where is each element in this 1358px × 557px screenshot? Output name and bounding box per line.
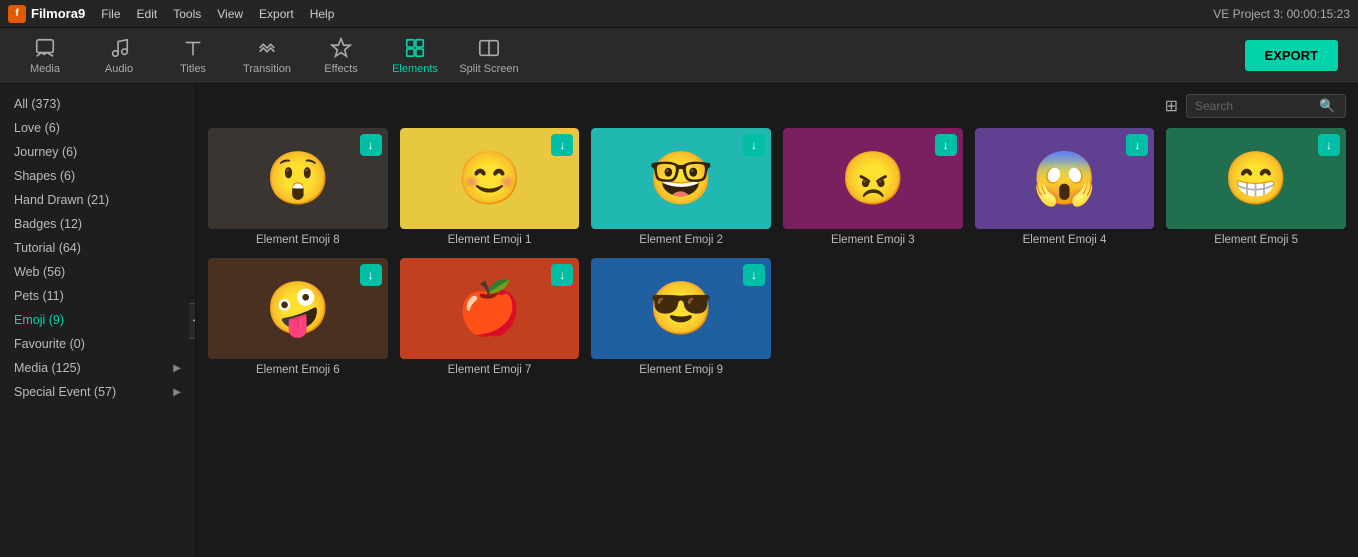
element-label-6: Element Emoji 6 bbox=[208, 364, 388, 376]
toolbar-audio-label: Audio bbox=[105, 63, 133, 75]
element-card-4[interactable]: 😱 ↓ Element Emoji 4 bbox=[975, 128, 1155, 246]
sidebar-item-all[interactable]: All (373) bbox=[0, 92, 195, 116]
toolbar-transition-label: Transition bbox=[243, 63, 291, 75]
element-label-9: Element Emoji 9 bbox=[591, 364, 771, 376]
toolbar-titles-label: Titles bbox=[180, 63, 206, 75]
element-thumb-3: 😠 ↓ bbox=[783, 128, 963, 229]
sidebar-item-badges[interactable]: Badges (12) bbox=[0, 212, 195, 236]
export-button[interactable]: EXPORT bbox=[1245, 40, 1338, 71]
sidebar-item-handdrawn[interactable]: Hand Drawn (21) bbox=[0, 188, 195, 212]
app-logo: f Filmora9 bbox=[8, 5, 85, 23]
element-label-1: Element Emoji 1 bbox=[400, 234, 580, 246]
toolbar-elements-label: Elements bbox=[392, 63, 438, 75]
app-name: Filmora9 bbox=[31, 6, 85, 21]
toolbar-splitscreen[interactable]: Split Screen bbox=[454, 31, 524, 81]
element-thumb-6: 🤪 ↓ bbox=[208, 258, 388, 359]
menu-view[interactable]: View bbox=[217, 7, 243, 21]
toolbar-splitscreen-label: Split Screen bbox=[459, 63, 518, 75]
sidebar-collapse-button[interactable]: ◀ bbox=[189, 303, 196, 339]
content-header: ⊞ 🔍 bbox=[208, 94, 1346, 118]
element-card-7[interactable]: 🍎 ↓ Element Emoji 7 bbox=[400, 258, 580, 376]
menu-export[interactable]: Export bbox=[259, 7, 294, 21]
download-badge-7: ↓ bbox=[551, 264, 573, 286]
toolbar-effects-label: Effects bbox=[324, 63, 357, 75]
sidebar: All (373) Love (6) Journey (6) Shapes (6… bbox=[0, 84, 196, 557]
sidebar-item-love[interactable]: Love (6) bbox=[0, 116, 195, 140]
element-card-8[interactable]: 😲 ↓ Element Emoji 8 bbox=[208, 128, 388, 246]
sidebar-item-journey[interactable]: Journey (6) bbox=[0, 140, 195, 164]
toolbar-effects[interactable]: Effects bbox=[306, 31, 376, 81]
download-badge-6: ↓ bbox=[360, 264, 382, 286]
menu-edit[interactable]: Edit bbox=[137, 7, 158, 21]
element-thumb-2: 🤓 ↓ bbox=[591, 128, 771, 229]
logo-icon: f bbox=[8, 5, 26, 23]
search-icon[interactable]: 🔍 bbox=[1319, 98, 1335, 114]
menu-help[interactable]: Help bbox=[310, 7, 335, 21]
element-thumb-9: 😎 ↓ bbox=[591, 258, 771, 359]
elements-grid: 😲 ↓ Element Emoji 8 😊 ↓ Element Emoji 1 … bbox=[208, 128, 1346, 376]
sidebar-item-tutorial[interactable]: Tutorial (64) bbox=[0, 236, 195, 260]
element-thumb-1: 😊 ↓ bbox=[400, 128, 580, 229]
main-content: All (373) Love (6) Journey (6) Shapes (6… bbox=[0, 84, 1358, 557]
sidebar-item-favourite[interactable]: Favourite (0) bbox=[0, 332, 195, 356]
menu-bar: f Filmora9 File Edit Tools View Export H… bbox=[0, 0, 1358, 28]
sidebar-item-web[interactable]: Web (56) bbox=[0, 260, 195, 284]
element-thumb-7: 🍎 ↓ bbox=[400, 258, 580, 359]
element-thumb-5: 😁 ↓ bbox=[1166, 128, 1346, 229]
element-card-6[interactable]: 🤪 ↓ Element Emoji 6 bbox=[208, 258, 388, 376]
grid-view-icon[interactable]: ⊞ bbox=[1165, 96, 1178, 116]
arrow-icon: ▶ bbox=[173, 387, 181, 398]
element-thumb-4: 😱 ↓ bbox=[975, 128, 1155, 229]
sidebar-item-pets[interactable]: Pets (11) bbox=[0, 284, 195, 308]
toolbar-audio[interactable]: Audio bbox=[84, 31, 154, 81]
download-badge-4: ↓ bbox=[1126, 134, 1148, 156]
search-box: 🔍 bbox=[1186, 94, 1346, 118]
menu-tools[interactable]: Tools bbox=[173, 7, 201, 21]
element-card-9[interactable]: 😎 ↓ Element Emoji 9 bbox=[591, 258, 771, 376]
project-info: VE Project 3: 00:00:15:23 bbox=[1213, 7, 1350, 21]
element-label-4: Element Emoji 4 bbox=[975, 234, 1155, 246]
toolbar-elements[interactable]: Elements bbox=[380, 31, 450, 81]
download-badge-3: ↓ bbox=[935, 134, 957, 156]
element-card-1[interactable]: 😊 ↓ Element Emoji 1 bbox=[400, 128, 580, 246]
download-badge-9: ↓ bbox=[743, 264, 765, 286]
element-card-3[interactable]: 😠 ↓ Element Emoji 3 bbox=[783, 128, 963, 246]
toolbar-transition[interactable]: Transition bbox=[232, 31, 302, 81]
download-badge-5: ↓ bbox=[1318, 134, 1340, 156]
sidebar-item-shapes[interactable]: Shapes (6) bbox=[0, 164, 195, 188]
arrow-icon: ▶ bbox=[173, 363, 181, 374]
element-label-8: Element Emoji 8 bbox=[208, 234, 388, 246]
element-card-2[interactable]: 🤓 ↓ Element Emoji 2 bbox=[591, 128, 771, 246]
sidebar-item-specialevent[interactable]: Special Event (57) ▶ bbox=[0, 380, 195, 404]
toolbar: Media Audio Titles Transition Effects bbox=[0, 28, 1358, 84]
sidebar-item-emoji[interactable]: Emoji (9) bbox=[0, 308, 195, 332]
toolbar-media-label: Media bbox=[30, 63, 60, 75]
toolbar-titles[interactable]: Titles bbox=[158, 31, 228, 81]
toolbar-media[interactable]: Media bbox=[10, 31, 80, 81]
download-badge-2: ↓ bbox=[743, 134, 765, 156]
element-label-3: Element Emoji 3 bbox=[783, 234, 963, 246]
element-label-7: Element Emoji 7 bbox=[400, 364, 580, 376]
sidebar-item-media[interactable]: Media (125) ▶ bbox=[0, 356, 195, 380]
download-badge-8: ↓ bbox=[360, 134, 382, 156]
search-input[interactable] bbox=[1195, 99, 1315, 113]
element-thumb-8: 😲 ↓ bbox=[208, 128, 388, 229]
element-label-2: Element Emoji 2 bbox=[591, 234, 771, 246]
element-card-5[interactable]: 😁 ↓ Element Emoji 5 bbox=[1166, 128, 1346, 246]
content-panel: ⊞ 🔍 😲 ↓ Element Emoji 8 😊 ↓ bbox=[196, 84, 1358, 557]
download-badge-1: ↓ bbox=[551, 134, 573, 156]
menu-file[interactable]: File bbox=[101, 7, 120, 21]
element-label-5: Element Emoji 5 bbox=[1166, 234, 1346, 246]
